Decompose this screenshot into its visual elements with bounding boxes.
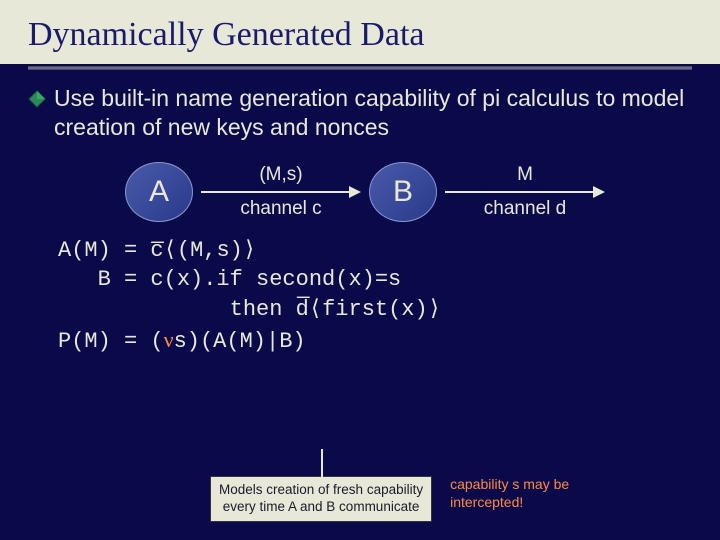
node-a: A xyxy=(125,162,193,222)
arrow-icon xyxy=(201,188,361,196)
code-line-2: B = c(x).if second(x)=s xyxy=(58,267,401,292)
edge-ab: (M,s) channel c xyxy=(201,164,361,220)
title-block: Dynamically Generated Data xyxy=(0,0,720,64)
callout-line-2: every time A and B communicate xyxy=(219,499,423,516)
bullet-text: Use built-in name generation capability … xyxy=(54,84,692,142)
node-b: B xyxy=(369,162,437,222)
edge-ab-bottom: channel c xyxy=(240,198,321,220)
callout-line-1: Models creation of fresh capability xyxy=(219,482,423,499)
callouts: Models creation of fresh capability ever… xyxy=(0,476,720,522)
code-line-4a: P(M) = ( xyxy=(58,329,164,354)
side-note: capability s may be intercepted! xyxy=(450,476,590,511)
code-line-1: A(M) = c̅⟨(M,s)⟩ xyxy=(58,238,256,263)
edge-bd: M channel d xyxy=(445,164,605,220)
code-line-3: then d̅⟨first(x)⟩ xyxy=(58,297,441,322)
callout-pointer-icon xyxy=(321,449,323,477)
edge-bd-top: M xyxy=(517,164,533,186)
slide-title: Dynamically Generated Data xyxy=(28,16,692,54)
diamond-bullet-icon xyxy=(28,90,46,108)
code-line-4b: s)(A(M)|B) xyxy=(174,329,306,354)
callout-box: Models creation of fresh capability ever… xyxy=(210,476,432,522)
arrow-icon xyxy=(445,188,605,196)
bullet-row: Use built-in name generation capability … xyxy=(28,84,692,142)
content-area: Use built-in name generation capability … xyxy=(0,70,720,366)
edge-bd-bottom: channel d xyxy=(484,198,566,220)
diagram: A (M,s) channel c B M channel d xyxy=(28,162,692,222)
edge-ab-top: (M,s) xyxy=(259,164,302,186)
code-block: A(M) = c̅⟨(M,s)⟩ B = c(x).if second(x)=s… xyxy=(28,236,692,357)
nu-symbol: ν xyxy=(164,327,174,352)
